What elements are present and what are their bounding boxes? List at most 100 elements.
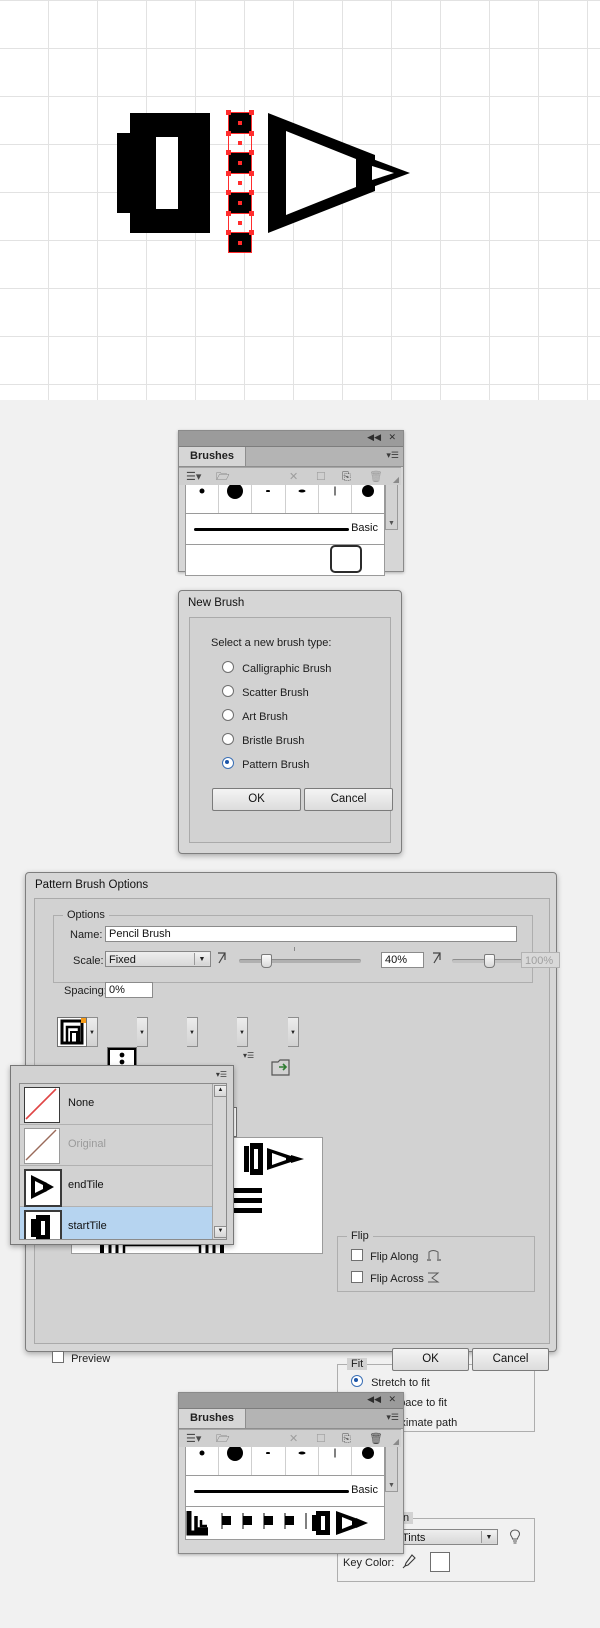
libraries-panel-icon[interactable]: 🗁 xyxy=(216,1433,230,1445)
radio-scatter-brush[interactable]: Scatter Brush xyxy=(222,685,309,699)
collapse-to-icons-icon[interactable]: ◀◀ xyxy=(367,1396,381,1405)
radio-marker[interactable] xyxy=(222,661,234,673)
radio-marker[interactable] xyxy=(222,757,234,769)
brushes-panel-top[interactable]: ◀◀ ✕ Brushes ▾☰ Basic ▲ ▼ ☰▾ 🗁 ✕ ☐ ⎘ 🗑 ◢ xyxy=(178,430,404,576)
tile-list-scrollbar[interactable]: ▲ ▼ xyxy=(212,1084,226,1239)
panel-menu-icon[interactable]: ▾☰ xyxy=(386,1413,399,1422)
remove-brush-stroke-icon[interactable]: ✕ xyxy=(289,1433,298,1445)
colorization-method-select[interactable]: Tints ▼ xyxy=(398,1529,498,1545)
checkbox-flip-across[interactable]: Flip Across xyxy=(351,1271,424,1285)
pencil-artwork[interactable] xyxy=(100,95,480,310)
brush-item-pencil-brush[interactable] xyxy=(185,1507,385,1540)
options-group: Options Name: Scale: Fixed ▼ 100% xyxy=(53,909,560,998)
collapse-to-icons-icon[interactable]: ◀◀ xyxy=(367,434,381,443)
panel-titlebar[interactable]: ◀◀ ✕ xyxy=(179,1393,403,1409)
list-item-endtile[interactable]: endTile xyxy=(20,1166,226,1207)
list-item-original[interactable]: Original xyxy=(20,1125,226,1166)
list-item-label: Original xyxy=(68,1138,106,1150)
brush-label-basic: Basic xyxy=(351,522,378,534)
spacing-label: Spacing: xyxy=(64,985,107,997)
radio-pattern-brush[interactable]: Pattern Brush xyxy=(222,757,309,771)
options-group-label: Options xyxy=(63,909,109,921)
list-item-starttile[interactable]: startTile xyxy=(20,1207,226,1239)
scroll-up-arrow-icon[interactable]: ▲ xyxy=(214,1085,226,1097)
checkbox-marker[interactable] xyxy=(351,1271,363,1283)
dialog-body: Select a new brush type: Calligraphic Br… xyxy=(189,617,393,843)
radio-marker[interactable] xyxy=(222,685,234,697)
close-icon[interactable]: ✕ xyxy=(388,1396,396,1405)
scale-width-icon-secondary xyxy=(433,952,441,964)
checkbox-marker[interactable] xyxy=(52,1351,64,1363)
scroll-down-arrow-icon[interactable]: ▼ xyxy=(387,1482,396,1490)
scale-select[interactable]: Fixed ▼ xyxy=(105,951,211,967)
brush-libraries-icon[interactable]: ☰▾ xyxy=(186,1433,201,1445)
side-tile-button[interactable] xyxy=(57,1017,87,1047)
tab-brushes[interactable]: Brushes xyxy=(179,447,247,466)
options-of-selected-object-icon[interactable]: ☐ xyxy=(316,471,326,483)
brush-item-basic[interactable]: Basic xyxy=(185,514,385,545)
checkbox-preview[interactable]: Preview xyxy=(52,1351,110,1365)
libraries-panel-icon[interactable]: 🗁 xyxy=(216,471,230,483)
side-tile-dropdown-arrow[interactable]: ▼ xyxy=(87,1017,98,1047)
panel-tabstrip[interactable]: Brushes ▾☰ xyxy=(179,447,403,467)
eyedropper-icon[interactable] xyxy=(401,1553,417,1569)
panel-tabstrip[interactable]: Brushes ▾☰ xyxy=(179,1409,403,1429)
brush-item-basic[interactable]: Basic xyxy=(185,1476,385,1507)
tab-brushes[interactable]: Brushes xyxy=(179,1409,247,1428)
brushes-panel-bottom[interactable]: ◀◀ ✕ Brushes ▾☰ Basic ▼ ☰▾ 🗁 ✕ ☐ ⎘ 🗑 ◢ xyxy=(178,1392,404,1554)
radio-calligraphic-brush[interactable]: Calligraphic Brush xyxy=(222,661,331,675)
tile-list-menu-icon[interactable]: ▾☰ xyxy=(243,1051,254,1060)
resize-grip-icon[interactable]: ◢ xyxy=(393,475,399,484)
cancel-button[interactable]: Cancel xyxy=(472,1348,549,1371)
chevron-down-icon[interactable]: ▼ xyxy=(481,1531,496,1543)
tile-list-body[interactable]: None Original endTile startTile ▲ ▼ xyxy=(19,1083,227,1240)
radio-bristle-brush[interactable]: Bristle Brush xyxy=(222,733,304,747)
scale-slider-track[interactable] xyxy=(239,959,361,963)
outer-corner-dropdown-arrow[interactable]: ▼ xyxy=(137,1017,148,1047)
checkbox-flip-along[interactable]: Flip Along xyxy=(351,1249,418,1263)
delete-brush-icon[interactable]: 🗑 xyxy=(369,471,383,483)
scale-slider-knob-secondary[interactable] xyxy=(484,954,495,968)
spacing-input[interactable] xyxy=(105,982,153,998)
new-brush-icon[interactable]: ⎘ xyxy=(342,1433,351,1445)
dialog-title: New Brush xyxy=(188,597,245,609)
new-brush-dialog[interactable]: New Brush Select a new brush type: Calli… xyxy=(178,590,402,854)
scroll-down-arrow-icon[interactable]: ▼ xyxy=(214,1226,226,1238)
close-icon[interactable]: ✕ xyxy=(388,434,396,443)
radio-marker[interactable] xyxy=(222,709,234,721)
scale-percent-input[interactable] xyxy=(381,952,424,968)
radio-marker[interactable] xyxy=(351,1375,363,1387)
brushes-panel-footer[interactable]: ☰▾ 🗁 ✕ ☐ ⎘ 🗑 ◢ xyxy=(179,467,401,485)
start-tile-dropdown-list[interactable]: ▾☰ None Original endTile startTile ▲ ▼ xyxy=(10,1065,234,1245)
panel-titlebar[interactable]: ◀◀ ✕ xyxy=(179,431,403,447)
brushes-panel-footer[interactable]: ☰▾ 🗁 ✕ ☐ ⎘ 🗑 ◢ xyxy=(179,1429,401,1447)
options-of-selected-object-icon[interactable]: ☐ xyxy=(316,1433,326,1445)
ok-button[interactable]: OK xyxy=(392,1348,469,1371)
lightbulb-tip-icon[interactable] xyxy=(508,1529,522,1545)
panel-menu-icon[interactable]: ▾☰ xyxy=(386,451,399,460)
brush-name-input[interactable] xyxy=(105,926,517,942)
list-item-none[interactable]: None xyxy=(20,1084,226,1125)
ok-button[interactable]: OK xyxy=(212,788,301,811)
illustrator-canvas[interactable] xyxy=(0,0,600,400)
panel-menu-icon[interactable]: ▾☰ xyxy=(216,1070,227,1079)
end-tile-dropdown-arrow[interactable]: ▼ xyxy=(288,1017,299,1047)
inner-corner-dropdown-arrow[interactable]: ▼ xyxy=(187,1017,198,1047)
key-color-swatch[interactable] xyxy=(430,1552,450,1572)
checkbox-label: Flip Across xyxy=(370,1273,424,1285)
resize-grip-icon[interactable]: ◢ xyxy=(393,1437,399,1446)
radio-marker[interactable] xyxy=(222,733,234,745)
radio-art-brush[interactable]: Art Brush xyxy=(222,709,288,723)
delete-brush-icon[interactable]: 🗑 xyxy=(369,1433,383,1445)
add-to-swatches-icon[interactable] xyxy=(271,1057,293,1077)
brush-libraries-icon[interactable]: ☰▾ xyxy=(186,471,201,483)
cancel-button[interactable]: Cancel xyxy=(304,788,393,811)
chevron-down-icon[interactable]: ▼ xyxy=(194,953,209,965)
checkbox-marker[interactable] xyxy=(351,1249,363,1261)
remove-brush-stroke-icon[interactable]: ✕ xyxy=(289,471,298,483)
new-brush-icon[interactable]: ⎘ xyxy=(342,471,351,483)
start-tile-dropdown-arrow[interactable]: ▼ xyxy=(237,1017,248,1047)
scale-slider-knob[interactable] xyxy=(261,954,272,968)
scroll-down-arrow-icon[interactable]: ▼ xyxy=(387,520,396,528)
radio-stretch-to-fit[interactable]: Stretch to fit xyxy=(351,1375,430,1389)
